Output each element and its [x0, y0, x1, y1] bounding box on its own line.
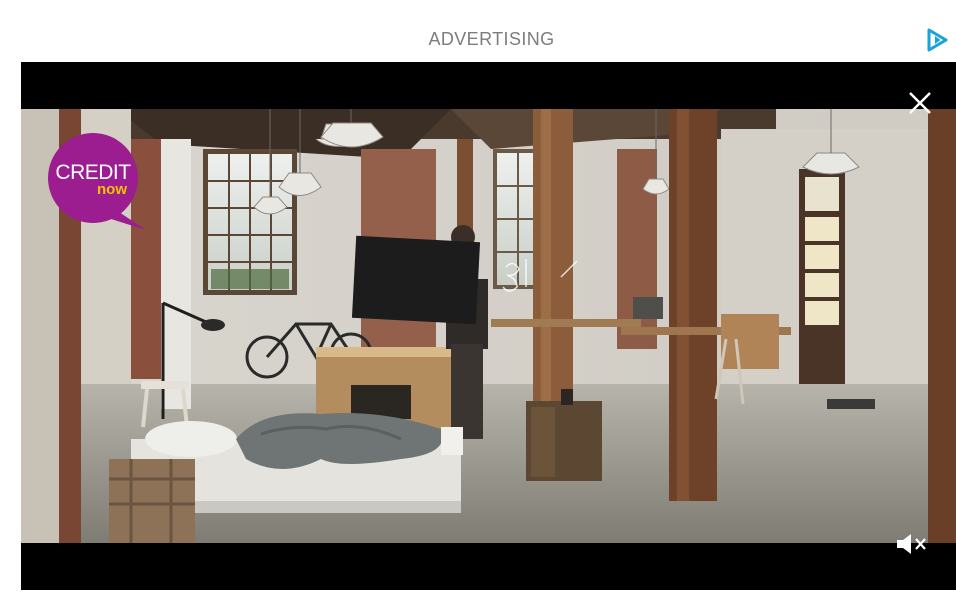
- logo-text-now: now: [97, 181, 127, 198]
- close-icon[interactable]: [905, 88, 935, 118]
- video-frame-loft-scene[interactable]: [21, 109, 956, 543]
- credit-now-logo[interactable]: CREDIT now: [46, 132, 154, 236]
- advertising-label: ADVERTISING: [428, 29, 555, 49]
- video-player[interactable]: CREDIT now: [21, 62, 956, 590]
- speaker-muted-icon[interactable]: [891, 530, 931, 558]
- adchoices-icon[interactable]: [924, 27, 950, 53]
